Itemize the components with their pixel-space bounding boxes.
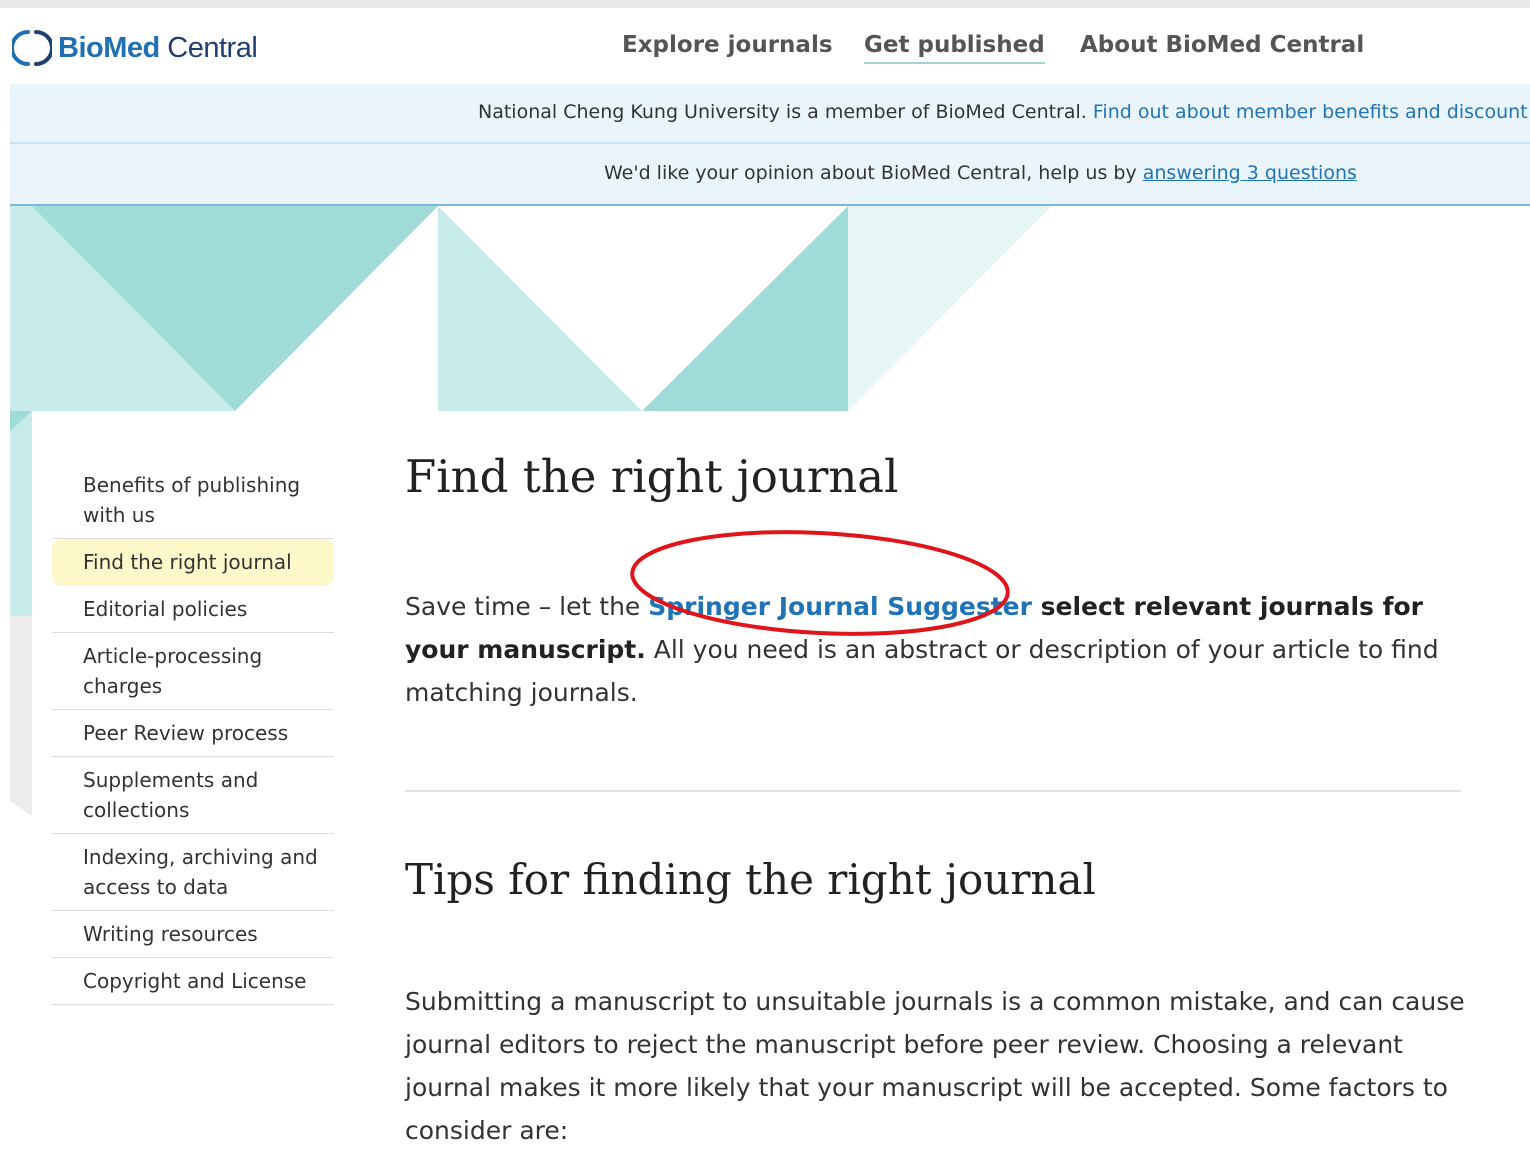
sidebar-item-supplements[interactable]: Supplements and collections — [52, 757, 334, 834]
nav-get-published[interactable]: Get published — [864, 32, 1045, 64]
intro-pre: Save time – let the — [405, 592, 649, 621]
logo-ring-icon — [10, 28, 54, 68]
sidebar-nav: Benefits of publishing with us Find the … — [52, 462, 334, 1005]
sidebar-item-indexing[interactable]: Indexing, archiving and access to data — [52, 834, 334, 911]
sidebar-item-apc[interactable]: Article-processing charges — [52, 633, 334, 710]
logo-text: BioMed Central — [58, 31, 258, 65]
survey-banner-text: We'd like your opinion about BioMed Cent… — [604, 162, 1143, 184]
survey-banner: We'd like your opinion about BioMed Cent… — [10, 144, 1530, 206]
sidebar-item-editorial-policies[interactable]: Editorial policies — [52, 586, 334, 633]
survey-banner-text-wrap: We'd like your opinion about BioMed Cent… — [604, 162, 1357, 184]
biomed-central-logo[interactable]: BioMed Central — [10, 24, 258, 72]
main-content: Find the right journal Save time – let t… — [405, 450, 1465, 1145]
member-banner: National Cheng Kung University is a memb… — [10, 84, 1530, 144]
nav-about-biomed-central[interactable]: About BioMed Central — [1080, 32, 1364, 58]
sidebar-item-peer-review[interactable]: Peer Review process — [52, 710, 334, 757]
survey-link[interactable]: answering 3 questions — [1143, 162, 1357, 184]
member-benefits-link[interactable]: Find out about member benefits and disco… — [1093, 101, 1528, 123]
journal-suggester-link[interactable]: Springer Journal Suggester — [648, 592, 1032, 621]
window-top-strip — [0, 0, 1530, 8]
site-header: BioMed Central Explore journals Get publ… — [10, 8, 1530, 85]
tips-heading: Tips for finding the right journal — [405, 855, 1096, 904]
sidebar-item-writing-resources[interactable]: Writing resources — [52, 911, 334, 958]
page-title: Find the right journal — [405, 450, 899, 503]
intro-paragraph: Save time – let the Springer Journal Sug… — [405, 585, 1465, 714]
logo-text-bold: BioMed — [58, 31, 160, 64]
logo-text-light: Central — [159, 31, 258, 64]
sidebar-item-find-journal[interactable]: Find the right journal — [52, 539, 334, 586]
member-banner-text-wrap: National Cheng Kung University is a memb… — [478, 101, 1528, 123]
tips-paragraph: Submitting a manuscript to unsuitable jo… — [405, 987, 1465, 1145]
left-edge-strip — [0, 8, 10, 1116]
sidebar-item-benefits[interactable]: Benefits of publishing with us — [52, 462, 334, 539]
member-banner-text: National Cheng Kung University is a memb… — [478, 101, 1093, 123]
section-divider — [405, 790, 1461, 792]
nav-explore-journals[interactable]: Explore journals — [622, 32, 833, 58]
sidebar-item-copyright[interactable]: Copyright and License — [52, 958, 334, 1005]
